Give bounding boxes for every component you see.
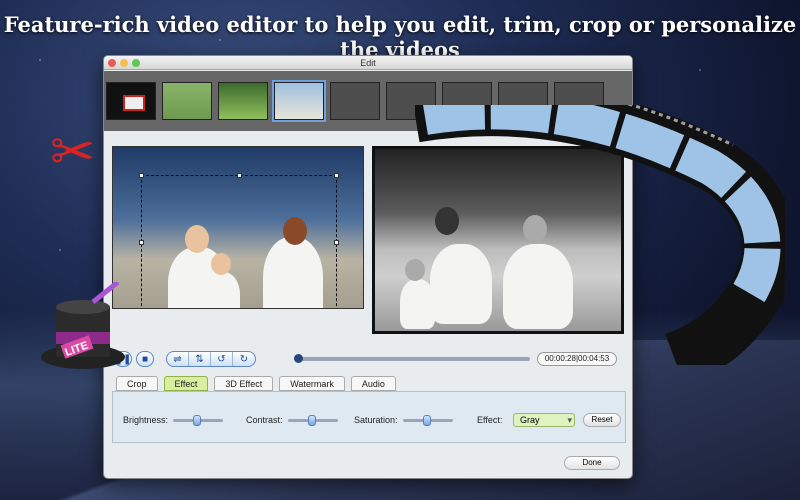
- stop-button[interactable]: ■: [136, 351, 154, 367]
- tab-audio[interactable]: Audio: [350, 376, 396, 391]
- seek-knob[interactable]: [294, 354, 303, 363]
- window-controls: [108, 59, 140, 67]
- clip-thumbnail[interactable]: [162, 82, 212, 120]
- empty-slot: [442, 82, 492, 120]
- crop-handle[interactable]: [139, 308, 144, 309]
- flip-horizontal-icon[interactable]: ⇌: [167, 352, 189, 366]
- rotate-left-icon[interactable]: ↺: [211, 352, 233, 366]
- reset-button[interactable]: Reset: [583, 413, 621, 427]
- empty-slot: [554, 82, 604, 120]
- brightness-label: Brightness:: [123, 415, 169, 425]
- edit-tabs: Crop Effect 3D Effect Watermark Audio: [116, 376, 396, 391]
- crop-handle[interactable]: [334, 240, 339, 245]
- scissors-icon: ✂: [50, 122, 96, 182]
- empty-slot: [330, 82, 380, 120]
- crop-handle[interactable]: [237, 308, 242, 309]
- zoom-button[interactable]: [132, 59, 140, 67]
- crop-handle[interactable]: [139, 240, 144, 245]
- brightness-slider[interactable]: [173, 415, 223, 426]
- crop-handle[interactable]: [237, 173, 242, 178]
- minimize-button[interactable]: [120, 59, 128, 67]
- stop-icon: ■: [141, 353, 149, 365]
- person: [503, 244, 573, 329]
- brightness-knob[interactable]: [193, 415, 201, 426]
- person-head: [523, 215, 547, 243]
- empty-slot: [386, 82, 436, 120]
- clip-filmstrip: [104, 71, 632, 131]
- person: [430, 244, 492, 324]
- crop-handle[interactable]: [139, 173, 144, 178]
- empty-slot: [498, 82, 548, 120]
- time-display: 00:00:28|00:04:53: [537, 352, 617, 366]
- clip-thumbnail-selected[interactable]: [272, 80, 326, 122]
- rotate-right-icon[interactable]: ↻: [233, 352, 255, 366]
- effect-panel: Brightness: Contrast: Saturation: Effect…: [112, 391, 626, 443]
- flip-vertical-icon[interactable]: ⇅: [189, 352, 211, 366]
- edit-window: Edit ■ ⇌ ⇅ ↺ ↻ 00:00:28|00:04:53 Crop Ef…: [103, 55, 633, 479]
- saturation-slider[interactable]: [403, 415, 453, 426]
- saturation-knob[interactable]: [423, 415, 431, 426]
- close-button[interactable]: [108, 59, 116, 67]
- crop-handle[interactable]: [334, 173, 339, 178]
- crop-box[interactable]: [139, 173, 339, 309]
- tab-3d-effect[interactable]: 3D Effect: [214, 376, 274, 391]
- window-title: Edit: [360, 58, 376, 68]
- contrast-label: Contrast:: [246, 415, 283, 425]
- contrast-knob[interactable]: [308, 415, 316, 426]
- person: [400, 279, 435, 329]
- effect-preview: [372, 146, 624, 334]
- effect-select[interactable]: Gray: [513, 413, 575, 427]
- tab-watermark[interactable]: Watermark: [279, 376, 345, 391]
- done-button[interactable]: Done: [564, 456, 620, 470]
- saturation-label: Saturation:: [354, 415, 398, 425]
- seek-slider[interactable]: [294, 354, 530, 363]
- clip-thumbnail[interactable]: [218, 82, 268, 120]
- effect-label: Effect:: [477, 415, 503, 425]
- magic-hat-icon: LITE: [41, 282, 125, 369]
- clip-thumbnail[interactable]: [106, 82, 156, 120]
- original-preview: [112, 146, 364, 309]
- crop-handle[interactable]: [334, 308, 339, 309]
- transform-buttons: ⇌ ⇅ ↺ ↻: [166, 351, 256, 367]
- tab-effect[interactable]: Effect: [163, 376, 209, 391]
- person-head: [405, 259, 425, 281]
- contrast-slider[interactable]: [288, 415, 338, 426]
- person-head: [435, 207, 459, 235]
- title-bar: Edit: [104, 56, 632, 70]
